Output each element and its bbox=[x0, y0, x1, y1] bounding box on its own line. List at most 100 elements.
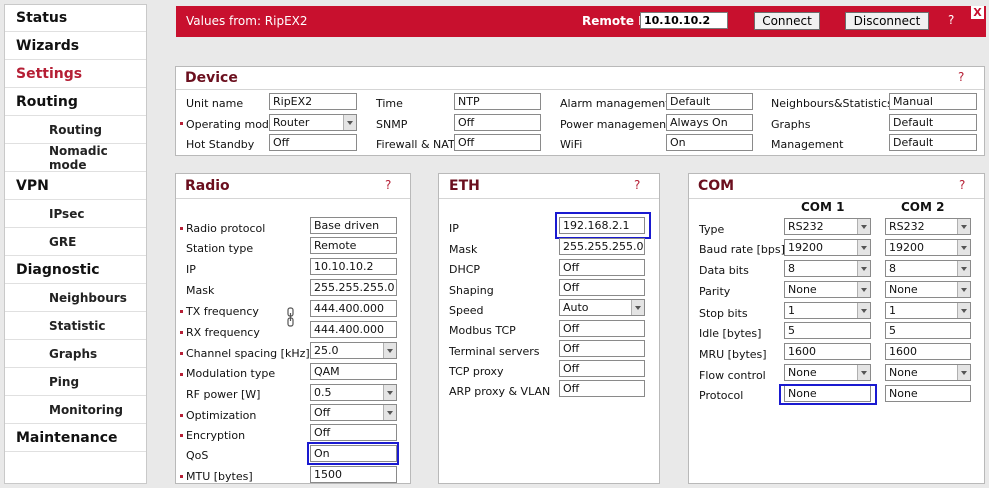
operating-mode-select[interactable]: Router bbox=[269, 114, 357, 131]
com-type-label: Type bbox=[699, 223, 725, 236]
terminal-servers-field[interactable]: Off bbox=[559, 340, 645, 357]
com-help-icon[interactable]: ? bbox=[959, 178, 965, 192]
power-management-field[interactable]: Always On bbox=[666, 114, 753, 131]
eth-divider bbox=[439, 198, 659, 199]
com1-idle-field[interactable]: 5 bbox=[784, 322, 871, 339]
snmp-label: SNMP bbox=[376, 118, 408, 131]
tcp-proxy-field[interactable]: Off bbox=[559, 360, 645, 377]
neighbours-statistics-field[interactable]: Manual bbox=[889, 93, 977, 110]
sidebar-item-nomadic-mode[interactable]: Nomadic mode bbox=[5, 144, 146, 172]
qos-highlight bbox=[307, 442, 399, 465]
com2-protocol-field[interactable]: None bbox=[885, 385, 971, 402]
mtu-field[interactable]: 1500 bbox=[310, 466, 397, 483]
radio-ip-field[interactable]: 10.10.10.2 bbox=[310, 258, 397, 275]
shaping-field[interactable]: Off bbox=[559, 279, 645, 296]
sidebar-item-status[interactable]: Status bbox=[5, 5, 146, 32]
disconnect-button[interactable]: Disconnect bbox=[845, 12, 929, 30]
tx-frequency-field[interactable]: 444.400.000 bbox=[310, 300, 397, 317]
sidebar-item-monitoring[interactable]: Monitoring bbox=[5, 397, 146, 424]
unit-name-label: Unit name bbox=[186, 97, 244, 110]
stop-bits-label: Stop bits bbox=[699, 307, 748, 320]
chevron-down-icon bbox=[957, 261, 970, 276]
com2-idle-field[interactable]: 5 bbox=[885, 322, 971, 339]
com1-stop-bits-select[interactable]: 1 bbox=[784, 302, 871, 319]
radio-ip-label: IP bbox=[186, 263, 196, 276]
speed-select[interactable]: Auto bbox=[559, 299, 645, 316]
required-marker bbox=[180, 331, 183, 334]
wifi-field[interactable]: On bbox=[666, 134, 753, 151]
encryption-field[interactable]: Off bbox=[310, 424, 397, 441]
com1-baud-rate-select[interactable]: 19200 bbox=[784, 239, 871, 256]
com2-parity-select[interactable]: None bbox=[885, 281, 971, 298]
sidebar-item-settings[interactable]: Settings bbox=[5, 61, 146, 88]
com2-mru-field[interactable]: 1600 bbox=[885, 343, 971, 360]
com1-type-select[interactable]: RS232 bbox=[784, 218, 871, 235]
com1-data-bits-select[interactable]: 8 bbox=[784, 260, 871, 277]
baud-rate-label: Baud rate [bps] bbox=[699, 243, 785, 256]
com2-baud-rate-select[interactable]: 19200 bbox=[885, 239, 971, 256]
radio-protocol-field[interactable]: Base driven bbox=[310, 217, 397, 234]
optimization-select[interactable]: Off bbox=[310, 404, 397, 421]
chevron-down-icon bbox=[343, 115, 356, 130]
rx-frequency-field[interactable]: 444.400.000 bbox=[310, 321, 397, 338]
chevron-down-icon bbox=[383, 405, 396, 420]
radio-help-icon[interactable]: ? bbox=[385, 178, 391, 192]
radio-mask-field[interactable]: 255.255.255.0 bbox=[310, 279, 397, 296]
sidebar-item-routing[interactable]: Routing bbox=[5, 117, 146, 144]
idle-bytes-label: Idle [bytes] bbox=[699, 327, 762, 340]
help-icon[interactable]: ? bbox=[948, 13, 954, 27]
remote-connection-bar: Values from: RipEX2 Remote IP 10.10.10.2… bbox=[176, 6, 986, 37]
sidebar-item-graphs[interactable]: Graphs bbox=[5, 341, 146, 368]
tx-frequency-label: TX frequency bbox=[186, 305, 259, 318]
com2-type-select[interactable]: RS232 bbox=[885, 218, 971, 235]
sidebar-item-vpn[interactable]: VPN bbox=[5, 173, 146, 200]
sidebar-item-gre[interactable]: GRE bbox=[5, 229, 146, 256]
alarm-management-field[interactable]: Default bbox=[666, 93, 753, 110]
com1-flow-control-select[interactable]: None bbox=[784, 364, 871, 381]
sidebar-item-wizards[interactable]: Wizards bbox=[5, 33, 146, 60]
sidebar-item-neighbours[interactable]: Neighbours bbox=[5, 285, 146, 312]
com2-stop-bits-select[interactable]: 1 bbox=[885, 302, 971, 319]
com1-mru-field[interactable]: 1600 bbox=[784, 343, 871, 360]
sidebar-item-routing-group[interactable]: Routing bbox=[5, 89, 146, 116]
channel-spacing-select[interactable]: 25.0 bbox=[310, 342, 397, 359]
eth-mask-label: Mask bbox=[449, 243, 478, 256]
management-field[interactable]: Default bbox=[889, 134, 977, 151]
sidebar-item-ipsec[interactable]: IPsec bbox=[5, 201, 146, 228]
qos-label: QoS bbox=[186, 449, 209, 462]
station-type-field[interactable]: Remote bbox=[310, 237, 397, 254]
firewall-nat-field[interactable]: Off bbox=[454, 134, 541, 151]
remote-ip-input[interactable]: 10.10.10.2 bbox=[640, 12, 728, 29]
dhcp-field[interactable]: Off bbox=[559, 259, 645, 276]
radio-divider bbox=[176, 198, 410, 199]
com2-flow-control-select[interactable]: None bbox=[885, 364, 971, 381]
connect-button[interactable]: Connect bbox=[754, 12, 820, 30]
device-title: Device bbox=[185, 70, 238, 86]
com2-data-bits-select[interactable]: 8 bbox=[885, 260, 971, 277]
arp-proxy-vlan-field[interactable]: Off bbox=[559, 380, 645, 397]
link-frequencies-icon[interactable] bbox=[287, 307, 294, 327]
com1-parity-select[interactable]: None bbox=[784, 281, 871, 298]
eth-mask-field[interactable]: 255.255.255.0 bbox=[559, 238, 645, 255]
unit-name-field[interactable]: RipEX2 bbox=[269, 93, 357, 110]
modbus-tcp-field[interactable]: Off bbox=[559, 320, 645, 337]
modulation-type-field[interactable]: QAM bbox=[310, 363, 397, 380]
eth-help-icon[interactable]: ? bbox=[634, 178, 640, 192]
graphs-field[interactable]: Default bbox=[889, 114, 977, 131]
sidebar-item-diagnostic[interactable]: Diagnostic bbox=[5, 257, 146, 284]
com-divider bbox=[689, 198, 984, 199]
speed-value: Auto bbox=[563, 301, 589, 314]
device-help-icon[interactable]: ? bbox=[958, 70, 964, 84]
rf-power-value: 0.5 bbox=[314, 386, 332, 399]
sidebar-item-statistic[interactable]: Statistic bbox=[5, 313, 146, 340]
com2-stop-bits-value: 1 bbox=[889, 304, 896, 317]
sidebar-item-maintenance[interactable]: Maintenance bbox=[5, 425, 146, 452]
hot-standby-field[interactable]: Off bbox=[269, 134, 357, 151]
com1-column-header: COM 1 bbox=[801, 200, 845, 214]
close-icon[interactable]: X bbox=[971, 6, 984, 19]
sidebar-item-ping[interactable]: Ping bbox=[5, 369, 146, 396]
rf-power-select[interactable]: 0.5 bbox=[310, 384, 397, 401]
time-field[interactable]: NTP bbox=[454, 93, 541, 110]
snmp-field[interactable]: Off bbox=[454, 114, 541, 131]
eth-title: ETH bbox=[449, 178, 480, 194]
